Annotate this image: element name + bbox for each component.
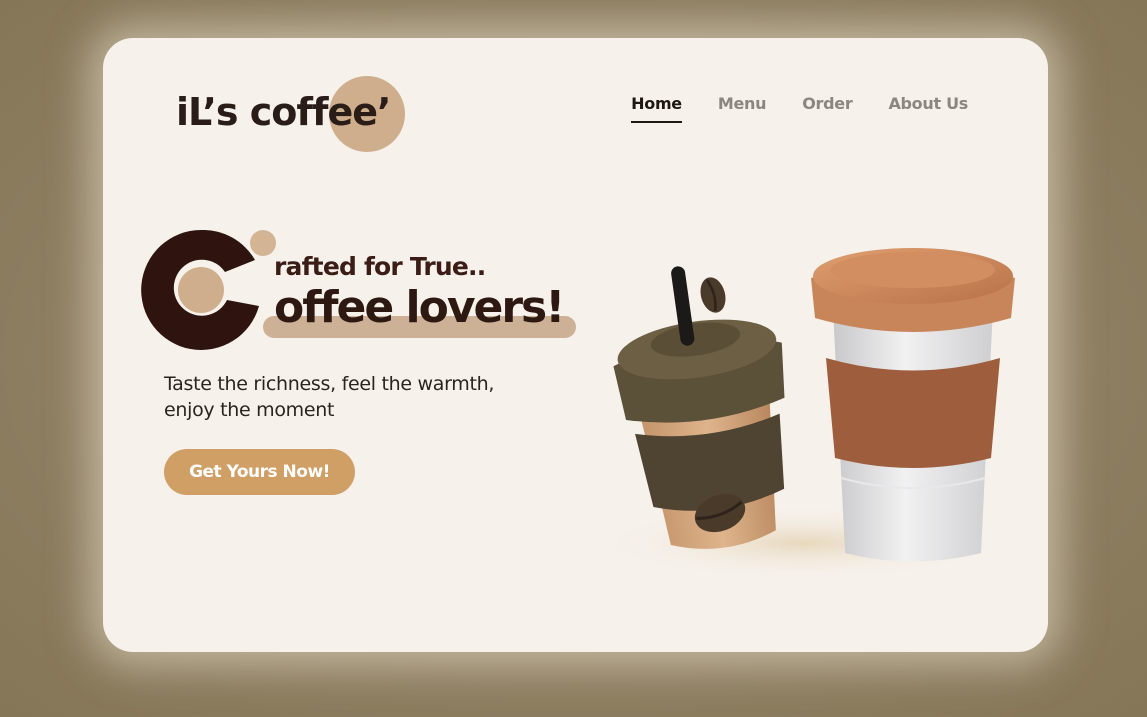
nav-item-about-us[interactable]: About Us [888, 94, 968, 123]
logo-text: iL’s coffee’ [176, 90, 391, 134]
letter-c-circle-icon [141, 230, 259, 350]
decor-dot [250, 230, 276, 256]
main-nav: Home Menu Order About Us [631, 94, 968, 123]
coffee-bean-icon [700, 277, 726, 313]
hero-tagline-line2: enjoy the moment [164, 399, 335, 421]
hero-tagline: Taste the richness, feel the warmth, enj… [164, 371, 544, 423]
hero-tagline-line1: Taste the richness, feel the warmth, [164, 373, 495, 395]
hero-heading-line1: rafted for True.. [274, 252, 486, 281]
coffee-cup-illustration [593, 248, 1015, 578]
get-yours-now-button[interactable]: Get Yours Now! [164, 449, 355, 495]
nav-item-menu[interactable]: Menu [718, 94, 767, 123]
landing-card: iL’s coffee’ Home Menu Order About Us ra… [103, 38, 1048, 652]
logo[interactable]: iL’s coffee’ [176, 76, 416, 156]
nav-item-home[interactable]: Home [631, 94, 682, 123]
nav-item-order[interactable]: Order [802, 94, 853, 123]
hero-heading-line2: offee lovers! [274, 282, 565, 333]
